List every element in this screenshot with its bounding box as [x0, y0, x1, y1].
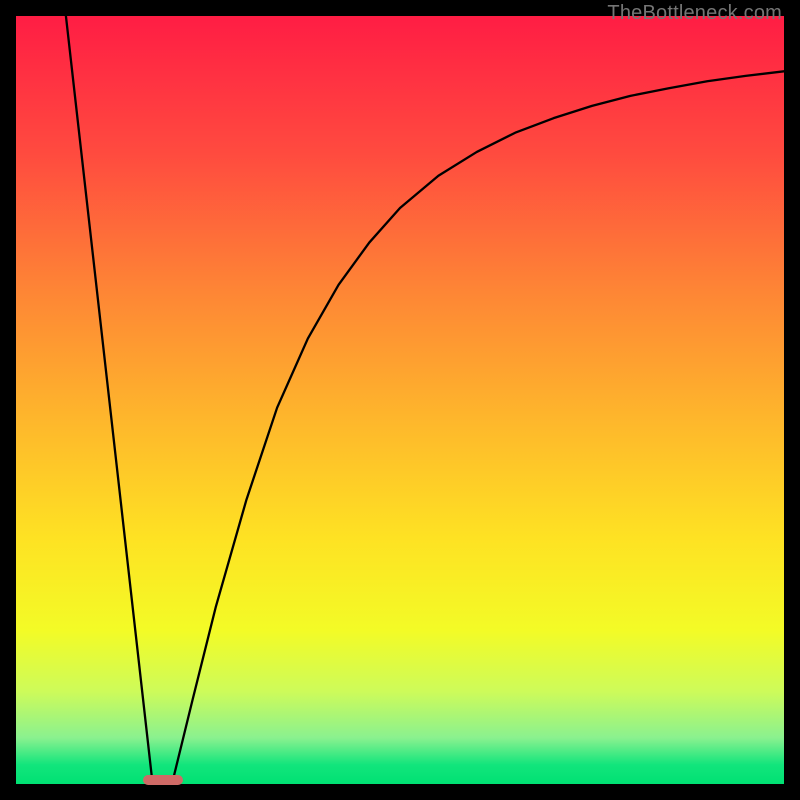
chart-frame: TheBottleneck.com	[0, 0, 800, 800]
right-branch-line	[173, 71, 784, 778]
watermark-text: TheBottleneck.com	[607, 2, 782, 25]
left-branch-line	[66, 16, 152, 778]
vertex-marker	[143, 775, 183, 785]
plot-area	[16, 16, 784, 784]
curve-layer	[16, 16, 784, 784]
